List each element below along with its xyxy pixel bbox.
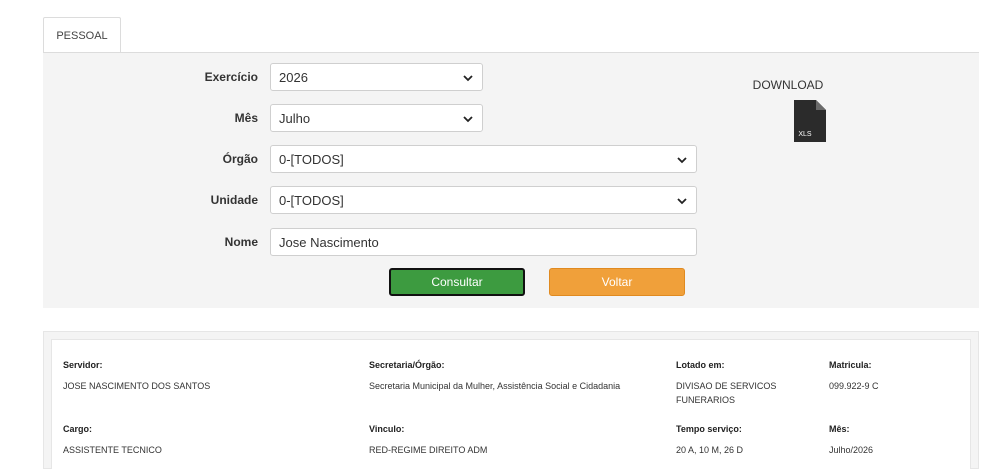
- voltar-label: Voltar: [601, 275, 633, 289]
- voltar-button[interactable]: Voltar: [549, 268, 685, 296]
- matricula-value: 099.922-9 C: [829, 381, 879, 391]
- vinculo-label: Vinculo:: [369, 424, 405, 434]
- download-label: DOWNLOAD: [752, 78, 824, 92]
- nome-input[interactable]: Jose Nascimento: [270, 228, 697, 256]
- consultar-button[interactable]: Consultar: [389, 268, 525, 296]
- mes-label: Mês: [234, 111, 258, 125]
- lotado-label: Lotado em:: [676, 360, 725, 370]
- exercicio-select[interactable]: 2026: [270, 63, 483, 91]
- cargo-label: Cargo:: [63, 424, 92, 434]
- chevron-down-icon: [463, 75, 473, 82]
- mes-result-label: Mês:: [829, 424, 850, 434]
- chevron-down-icon: [463, 116, 473, 123]
- mes-select[interactable]: Julho: [270, 104, 483, 132]
- secretaria-value: Secretaria Municipal da Mulher, Assistên…: [369, 381, 621, 391]
- tab-pessoal[interactable]: PESSOAL: [43, 17, 121, 53]
- xls-icon-text: XLS: [798, 131, 812, 138]
- nome-label: Nome: [224, 235, 258, 249]
- orgao-value: 0-[TODOS]: [279, 151, 344, 167]
- chevron-down-icon: [677, 198, 687, 205]
- unidade-value: 0-[TODOS]: [279, 192, 344, 208]
- secretaria-label: Secretaria/Órgão:: [369, 360, 445, 370]
- unidade-select[interactable]: 0-[TODOS]: [270, 186, 697, 214]
- chevron-down-icon: [677, 157, 687, 164]
- tempo-value: 20 A, 10 M, 26 D: [676, 445, 744, 455]
- nome-value: Jose Nascimento: [279, 234, 379, 250]
- orgao-select[interactable]: 0-[TODOS]: [270, 145, 697, 173]
- mes-value: Julho: [279, 110, 311, 126]
- matricula-label: Matricula:: [829, 360, 872, 370]
- servidor-label: Servidor:: [63, 360, 103, 370]
- exercicio-value: 2026: [279, 69, 308, 85]
- servidor-value: JOSE NASCIMENTO DOS SANTOS: [63, 381, 211, 391]
- xls-file-icon[interactable]: XLS: [794, 100, 826, 142]
- cargo-value: ASSISTENTE TECNICO: [63, 445, 162, 455]
- exercicio-label: Exercício: [204, 70, 258, 84]
- tab-pessoal-label: PESSOAL: [56, 29, 108, 42]
- vinculo-value: RED-REGIME DIREITO ADM: [369, 445, 488, 455]
- mes-result-value: Julho/2026: [829, 445, 874, 455]
- tempo-label: Tempo serviço:: [676, 424, 742, 434]
- consultar-label: Consultar: [431, 275, 483, 289]
- orgao-label: Órgão: [222, 152, 258, 166]
- unidade-label: Unidade: [210, 193, 258, 207]
- lotado-value: DIVISAO DE SERVICOS FUNERARIOS: [676, 381, 777, 405]
